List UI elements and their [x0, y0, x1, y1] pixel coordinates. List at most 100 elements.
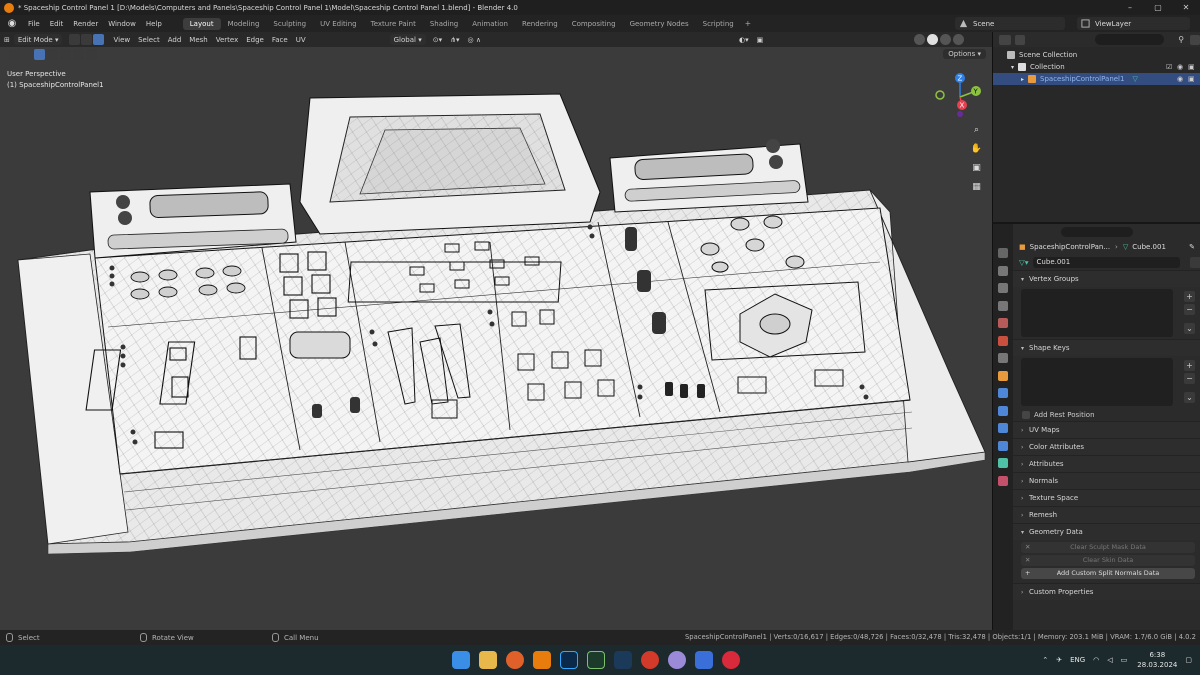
windows-start-icon[interactable] — [452, 651, 470, 669]
transform-orientation-dropdown[interactable]: Global ▾ — [389, 34, 426, 45]
select-subtract-icon[interactable] — [60, 49, 71, 60]
menu-uv[interactable]: UV — [292, 34, 310, 45]
panel-shape-keys[interactable]: ▾ Shape Keys — [1013, 339, 1200, 356]
modifier-tab-icon[interactable] — [998, 388, 1008, 398]
tool-tab-icon[interactable] — [998, 248, 1008, 258]
tab-modeling[interactable]: Modeling — [221, 18, 267, 30]
add-icon[interactable]: + — [1184, 360, 1195, 371]
panel-vertex-groups[interactable]: ▾ Vertex Groups — [1013, 270, 1200, 287]
zoom-icon[interactable]: ⌕ — [968, 122, 985, 139]
select-invert-icon[interactable] — [73, 49, 84, 60]
mode-dropdown[interactable]: Edit Mode ▾ — [13, 34, 63, 45]
outliner-row-scene-collection[interactable]: Scene Collection — [993, 49, 1200, 61]
tray-app-icon[interactable]: ✈ — [1056, 656, 1062, 664]
eye-icon[interactable]: ◉ — [1177, 75, 1185, 83]
tab-uv-editing[interactable]: UV Editing — [313, 18, 364, 30]
steam-icon[interactable] — [614, 651, 632, 669]
snap-icon[interactable]: ⋔▾ — [446, 34, 463, 45]
tab-scripting[interactable]: Scripting — [696, 18, 741, 30]
add-rest-position-row[interactable]: Add Rest Position — [1013, 408, 1200, 421]
menu-window[interactable]: Window — [103, 20, 141, 28]
tray-chevron-up-icon[interactable]: ⌃ — [1042, 656, 1048, 664]
menu-vertex[interactable]: Vertex — [212, 34, 243, 45]
add-icon[interactable]: + — [1184, 291, 1195, 302]
new-collection-icon[interactable] — [1190, 34, 1200, 45]
tab-compositing[interactable]: Compositing — [565, 18, 623, 30]
expand-arrow-icon[interactable]: ▾ — [1011, 64, 1014, 71]
pivot-icon[interactable]: ⊙▾ — [429, 34, 446, 45]
collapse-arrow-icon[interactable]: ▸ — [1021, 76, 1024, 83]
view-layer-tab-icon[interactable] — [998, 300, 1008, 311]
menu-view[interactable]: View — [109, 34, 134, 45]
chevron-down-icon[interactable]: ⌄ — [1184, 323, 1195, 334]
panel-normals[interactable]: › Normals — [1013, 472, 1200, 489]
select-tool-icon[interactable] — [9, 49, 20, 60]
language-indicator[interactable]: ENG — [1070, 656, 1085, 664]
material-tab-icon[interactable] — [998, 475, 1008, 486]
chevron-down-icon[interactable]: ⌄ — [1184, 392, 1195, 403]
scene-selector[interactable]: Scene — [955, 17, 1065, 30]
display-mode-icon[interactable] — [1014, 34, 1025, 45]
blender-logo-icon[interactable]: ◉ — [5, 17, 19, 31]
vertex-groups-list[interactable] — [1021, 289, 1173, 337]
outliner-row-spaceship-control-panel[interactable]: ▸ SpaceshipControlPanel1 ▽ ◉ ▣ — [993, 73, 1200, 85]
tab-animation[interactable]: Animation — [465, 18, 515, 30]
panel-remesh[interactable]: › Remesh — [1013, 506, 1200, 523]
material-shading-icon[interactable] — [940, 34, 951, 45]
scene-tab-icon[interactable] — [998, 318, 1008, 328]
fake-user-icon[interactable] — [1190, 256, 1200, 268]
add-custom-split-normals-button[interactable]: + Add Custom Split Normals Data — [1021, 568, 1195, 579]
pin-icon[interactable]: ✎ — [1189, 243, 1195, 251]
volume-icon[interactable]: ◁ — [1107, 656, 1112, 664]
object-tab-icon[interactable] — [998, 370, 1008, 381]
game-launcher-icon[interactable] — [641, 651, 659, 669]
overlay-icon[interactable]: ◐▾ — [735, 34, 753, 45]
mesh-data-tab-icon[interactable] — [998, 458, 1008, 468]
vertex-select-icon[interactable] — [69, 34, 81, 45]
tab-geometry-nodes[interactable]: Geometry Nodes — [623, 18, 696, 30]
mesh-name-field[interactable]: Cube.001 — [1032, 256, 1181, 268]
wireframe-shading-icon[interactable] — [914, 34, 925, 45]
viewlayer-selector[interactable]: ViewLayer — [1077, 17, 1190, 30]
substance-painter-icon[interactable] — [587, 651, 605, 669]
render-tab-icon[interactable] — [998, 265, 1008, 276]
photoshop-icon[interactable] — [560, 651, 578, 669]
output-tab-icon[interactable] — [998, 283, 1008, 293]
menu-render[interactable]: Render — [68, 20, 103, 28]
menu-edit[interactable]: Edit — [45, 20, 69, 28]
constraints-tab-icon[interactable] — [998, 440, 1008, 451]
tab-texture-paint[interactable]: Texture Paint — [364, 18, 423, 30]
add-workspace-icon[interactable]: + — [741, 19, 755, 28]
menu-add[interactable]: Add — [164, 34, 186, 45]
eye-icon[interactable]: ◉ — [1177, 63, 1185, 71]
outliner-search-input[interactable] — [1094, 34, 1165, 45]
xray-icon[interactable]: ▣ — [753, 34, 768, 45]
tool-app-icon[interactable] — [722, 651, 740, 669]
menu-edge[interactable]: Edge — [242, 34, 268, 45]
camera-render-icon[interactable]: ▣ — [1188, 63, 1196, 71]
pan-hand-icon[interactable]: ✋ — [968, 141, 985, 158]
filter-icon[interactable]: ⚲ — [1178, 35, 1184, 44]
outliner-editor-icon[interactable] — [999, 34, 1011, 45]
collection-tab-icon[interactable] — [998, 353, 1008, 363]
select-extend-icon[interactable] — [47, 49, 58, 60]
menu-help[interactable]: Help — [141, 20, 167, 28]
wifi-icon[interactable]: ◠ — [1093, 656, 1099, 664]
face-select-icon[interactable] — [93, 34, 105, 45]
proportional-edit-icon[interactable]: ◎ ∧ — [464, 34, 485, 45]
edge-select-icon[interactable] — [81, 34, 93, 45]
panel-custom-properties[interactable]: › Custom Properties — [1013, 583, 1200, 600]
tab-layout[interactable]: Layout — [182, 17, 221, 30]
control-panel-wireframe-model[interactable] — [0, 62, 992, 630]
mesh-datablock-icon[interactable]: ▽▾ — [1019, 258, 1029, 267]
firefox-icon[interactable] — [506, 651, 524, 669]
panel-color-attributes[interactable]: › Color Attributes — [1013, 438, 1200, 455]
particles-tab-icon[interactable] — [998, 405, 1008, 416]
remove-icon[interactable]: − — [1184, 304, 1195, 315]
file-explorer-icon[interactable] — [479, 651, 497, 669]
shape-keys-list[interactable] — [1021, 358, 1173, 406]
options-dropdown[interactable]: Options ▾ — [943, 49, 986, 59]
clear-sculpt-mask-button[interactable]: ✕ Clear Sculpt Mask Data — [1021, 542, 1195, 553]
blender-taskbar-icon[interactable] — [533, 651, 551, 669]
panel-attributes[interactable]: › Attributes — [1013, 455, 1200, 472]
